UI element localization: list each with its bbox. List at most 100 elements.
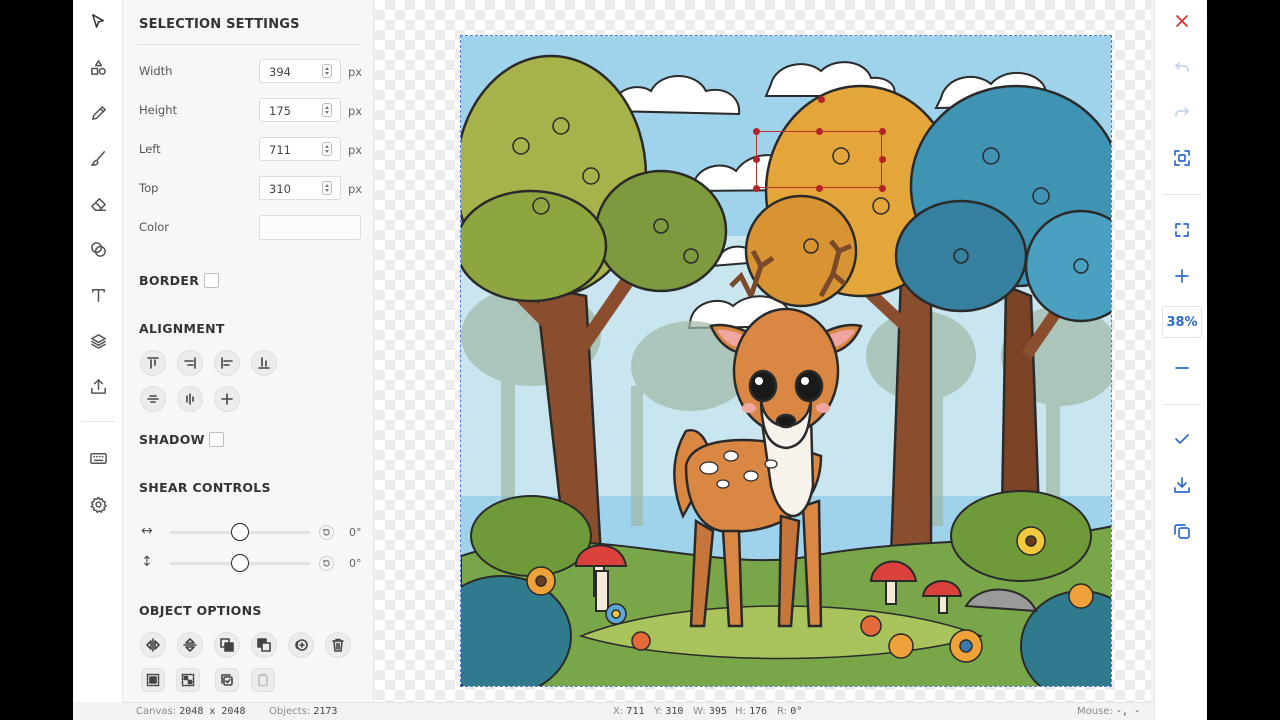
- resize-handle-t[interactable]: [816, 128, 823, 135]
- align-top-button[interactable]: [140, 350, 166, 376]
- align-left-icon: [221, 357, 233, 369]
- w-value: 395: [708, 706, 727, 717]
- delete-button[interactable]: [325, 632, 351, 658]
- canvas-area[interactable]: [375, 0, 1151, 702]
- close-icon: [1176, 15, 1188, 27]
- group-button[interactable]: [141, 668, 165, 692]
- resize-handle-l[interactable]: [753, 156, 760, 163]
- zoom-level[interactable]: 38%: [1162, 306, 1202, 338]
- r-label: R:: [777, 706, 788, 717]
- paste-style-button[interactable]: [251, 668, 275, 692]
- align-top-icon: [147, 357, 159, 369]
- x-label: X:: [613, 706, 624, 717]
- objects-label: Objects:: [269, 706, 311, 717]
- border-checkbox[interactable]: [204, 273, 219, 288]
- shapes-tool[interactable]: [80, 51, 116, 83]
- color-label: Color: [139, 220, 170, 234]
- width-input[interactable]: 394: [259, 59, 341, 83]
- resize-handle-tr[interactable]: [879, 128, 886, 135]
- resize-handle-br[interactable]: [879, 185, 886, 192]
- eraser-tool[interactable]: [80, 188, 116, 220]
- redo-button[interactable]: [1164, 96, 1200, 128]
- rotate-handle[interactable]: [818, 96, 825, 103]
- shadow-checkbox[interactable]: [209, 432, 224, 447]
- layers-icon: [90, 333, 106, 349]
- align-right-icon: [184, 357, 196, 369]
- copy-button[interactable]: [1164, 515, 1200, 547]
- settings-button[interactable]: [80, 488, 116, 520]
- zoom-out-button[interactable]: [1164, 352, 1200, 384]
- right-toolbar: 38%: [1154, 0, 1207, 720]
- color-picker[interactable]: [259, 215, 361, 240]
- objects-count-status: Objects: 2173: [269, 706, 337, 717]
- horizontal-shear-reset[interactable]: [319, 525, 334, 540]
- close-button[interactable]: [1164, 5, 1200, 37]
- duplicate-button[interactable]: [288, 632, 314, 658]
- width-spinner[interactable]: [322, 64, 332, 78]
- bring-forward-button[interactable]: [214, 632, 240, 658]
- shadow-label: SHADOW: [139, 432, 205, 447]
- ungroup-button[interactable]: [176, 668, 200, 692]
- ungroup-icon: [181, 673, 195, 687]
- flip-vertical-button[interactable]: [177, 632, 203, 658]
- upload-tool[interactable]: [80, 370, 116, 402]
- align-bottom-button[interactable]: [251, 350, 277, 376]
- select-tool[interactable]: [80, 5, 116, 37]
- align-center-icon: [186, 393, 194, 405]
- left-input[interactable]: 711: [259, 137, 341, 161]
- align-right-button[interactable]: [177, 350, 203, 376]
- top-value: 310: [269, 182, 291, 196]
- fit-selection-button[interactable]: [1164, 142, 1200, 174]
- brush-tool[interactable]: [80, 142, 116, 174]
- mouse-status: Mouse: -, -: [1077, 706, 1140, 717]
- w-label: W:: [693, 706, 706, 717]
- pencil-icon: [91, 105, 106, 120]
- h-value: 176: [749, 706, 768, 717]
- resize-handle-bl[interactable]: [753, 185, 760, 192]
- height-spinner[interactable]: [322, 103, 332, 117]
- zoom-in-button[interactable]: [1164, 260, 1200, 292]
- align-center-vertical-button[interactable]: [140, 386, 166, 412]
- vertical-shear-slider[interactable]: [231, 554, 249, 572]
- bring-forward-icon: [220, 638, 234, 652]
- vertical-shear-reset[interactable]: [319, 556, 334, 571]
- pencil-tool[interactable]: [80, 97, 116, 129]
- keyboard-shortcuts-button[interactable]: [80, 442, 116, 474]
- align-center-horizontal-button[interactable]: [177, 386, 203, 412]
- filters-icon: [90, 241, 106, 257]
- toolbar-divider: [1163, 404, 1201, 405]
- undo-icon: [1175, 62, 1189, 72]
- top-spinner[interactable]: [322, 181, 332, 195]
- mouse-value: -, -: [1116, 706, 1141, 717]
- paste-style-icon: [258, 673, 268, 687]
- resize-handle-r[interactable]: [879, 156, 886, 163]
- vertical-shear-value: 0°: [349, 557, 362, 570]
- mouse-label: Mouse:: [1077, 706, 1113, 717]
- download-button[interactable]: [1164, 469, 1200, 501]
- left-spinner[interactable]: [322, 142, 332, 156]
- layers-tool[interactable]: [80, 325, 116, 357]
- undo-button[interactable]: [1164, 51, 1200, 83]
- height-input[interactable]: 175: [259, 98, 341, 122]
- copy-style-button[interactable]: [215, 668, 239, 692]
- fullscreen-button[interactable]: [1164, 214, 1200, 246]
- top-input[interactable]: 310: [259, 176, 341, 200]
- align-center-button[interactable]: [214, 386, 240, 412]
- horizontal-shear-slider[interactable]: [231, 523, 249, 541]
- vertical-shear-icon: ↕: [141, 554, 153, 570]
- horizontal-shear-value: 0°: [349, 526, 362, 539]
- canvas-size-label: Canvas:: [136, 706, 177, 717]
- align-left-button[interactable]: [214, 350, 240, 376]
- send-backward-button[interactable]: [251, 632, 277, 658]
- resize-handle-tl[interactable]: [753, 128, 760, 135]
- upload-icon: [90, 378, 106, 394]
- width-unit: px: [348, 65, 363, 79]
- horizontal-shear-icon: ↔: [141, 523, 153, 539]
- filters-tool[interactable]: [80, 233, 116, 265]
- flip-horizontal-button[interactable]: [140, 632, 166, 658]
- resize-handle-b[interactable]: [816, 185, 823, 192]
- text-icon: [91, 288, 105, 302]
- selection-box[interactable]: [756, 131, 882, 188]
- apply-button[interactable]: [1164, 423, 1200, 455]
- text-tool[interactable]: [80, 279, 116, 311]
